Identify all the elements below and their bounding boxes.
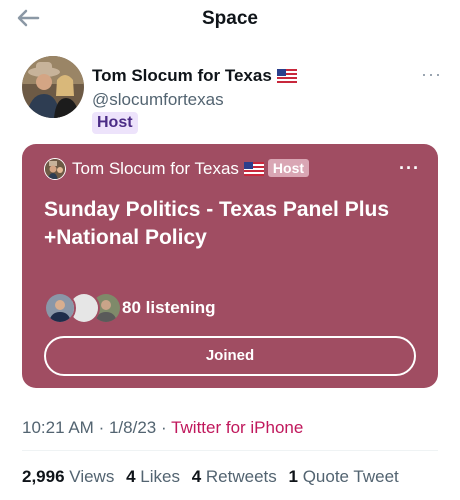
space-host: Tom Slocum for Texas Host: [72, 159, 310, 181]
us-flag-icon: [276, 68, 297, 88]
author-name-text: Tom Slocum for Texas: [92, 66, 272, 85]
top-bar: Space: [0, 0, 460, 40]
meta-separator: ·: [160, 418, 167, 437]
meta-separator: ·: [98, 418, 105, 437]
page-title: Space: [202, 8, 258, 29]
tweet-author: Tom Slocum for Texas @slocumfortexas Hos…: [22, 56, 442, 136]
likes-stat[interactable]: 4 Likes: [126, 467, 180, 486]
likes-count: 4: [126, 467, 136, 486]
tweet-source[interactable]: Twitter for iPhone: [171, 418, 303, 437]
joined-button[interactable]: Joined: [44, 336, 416, 376]
views-label: Views: [69, 467, 115, 486]
quote-tweets-label: Quote Tweet: [302, 467, 399, 486]
likes-label: Likes: [140, 467, 180, 486]
views-stat[interactable]: 2,996 Views: [22, 467, 114, 486]
more-options-icon[interactable]: ···: [421, 64, 442, 85]
tweet-date: 1/8/23: [108, 418, 157, 437]
tweet-stats: 2,996 Views 4 Likes 4 Retweets 1 Quote T…: [22, 467, 406, 487]
author-handle[interactable]: @slocumfortexas: [92, 90, 224, 110]
quote-tweets-count: 1: [288, 467, 298, 486]
space-host-name: Tom Slocum for Texas: [72, 159, 239, 178]
quote-tweets-stat[interactable]: 1 Quote Tweet: [289, 467, 399, 486]
space-more-icon[interactable]: ···: [399, 158, 420, 179]
author-name[interactable]: Tom Slocum for Texas: [92, 66, 297, 88]
host-avatar: [44, 158, 66, 180]
avatar[interactable]: [22, 56, 84, 118]
space-card[interactable]: Tom Slocum for Texas Host ··· Sunday Poli…: [22, 144, 438, 388]
host-badge: Host: [92, 112, 138, 134]
listener-avatar: [44, 292, 76, 324]
listeners: 80 listening: [44, 292, 344, 324]
space-host-badge: Host: [267, 159, 310, 177]
listening-count: 80 listening: [122, 298, 216, 317]
retweets-count: 4: [191, 467, 202, 486]
views-count: 2,996: [22, 467, 65, 486]
tweet-time: 10:21 AM: [22, 418, 94, 437]
retweets-stat[interactable]: 4 Retweets: [192, 467, 277, 486]
us-flag-icon: [243, 161, 264, 181]
retweets-label: Retweets: [205, 467, 277, 486]
divider: [22, 450, 438, 451]
tweet-meta: 10:21 AM · 1/8/23 · Twitter for iPhone: [22, 418, 303, 438]
space-title: Sunday Politics - Texas Panel Plus +Nati…: [44, 198, 390, 249]
